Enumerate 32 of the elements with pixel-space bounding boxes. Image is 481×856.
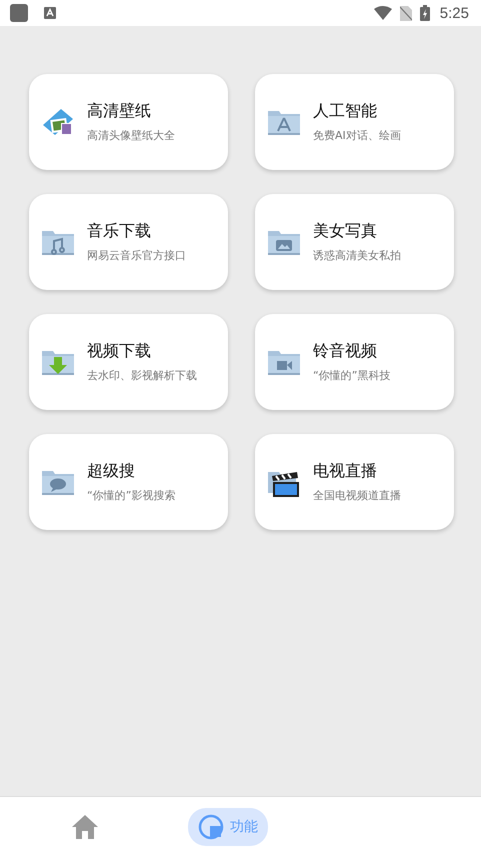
status-time: 5:25 — [440, 4, 469, 22]
feature-card[interactable]: 电视直播 全国电视频道直播 — [255, 434, 454, 530]
feature-card[interactable]: 铃音视频 “你懂的”黑科技 — [255, 314, 454, 410]
home-icon — [72, 814, 98, 838]
feature-card[interactable]: 视频下载 去水印、影视解析下载 — [29, 314, 228, 410]
wifi-icon — [374, 6, 392, 20]
card-subtitle: 诱惑高清美女私拍 — [313, 248, 401, 263]
card-title: 高清壁纸 — [87, 101, 152, 122]
card-title: 电视直播 — [313, 461, 378, 482]
card-title: 视频下载 — [87, 341, 152, 362]
card-subtitle: “你懂的”黑科技 — [313, 368, 390, 383]
card-title: 人工智能 — [313, 101, 378, 122]
card-title: 超级搜 — [87, 461, 136, 482]
card-subtitle: 网易云音乐官方接口 — [87, 248, 186, 263]
feature-card[interactable]: 高清壁纸 高清头像壁纸大全 — [29, 74, 228, 170]
card-subtitle: “你懂的”影视搜索 — [87, 488, 176, 503]
keyboard-notification-icon — [44, 7, 56, 19]
card-title: 美女写真 — [313, 221, 378, 242]
card-subtitle: 去水印、影视解析下载 — [87, 368, 197, 383]
card-subtitle: 免费AI对话、绘画 — [313, 128, 401, 143]
feature-card[interactable]: 音乐下载 网易云音乐官方接口 — [29, 194, 228, 290]
card-title: 音乐下载 — [87, 221, 152, 242]
feature-icon — [198, 814, 224, 840]
no-sim-icon — [400, 6, 412, 20]
feature-card[interactable]: 美女写真 诱惑高清美女私拍 — [255, 194, 454, 290]
feature-card[interactable]: 超级搜 “你懂的”影视搜索 — [29, 434, 228, 530]
app-notification-icon — [10, 4, 28, 22]
card-subtitle: 高清头像壁纸大全 — [87, 128, 175, 143]
card-title: 铃音视频 — [313, 341, 378, 362]
battery-icon — [420, 5, 430, 21]
feature-card[interactable]: 人工智能 免费AI对话、绘画 — [255, 74, 454, 170]
card-subtitle: 全国电视频道直播 — [313, 488, 401, 503]
